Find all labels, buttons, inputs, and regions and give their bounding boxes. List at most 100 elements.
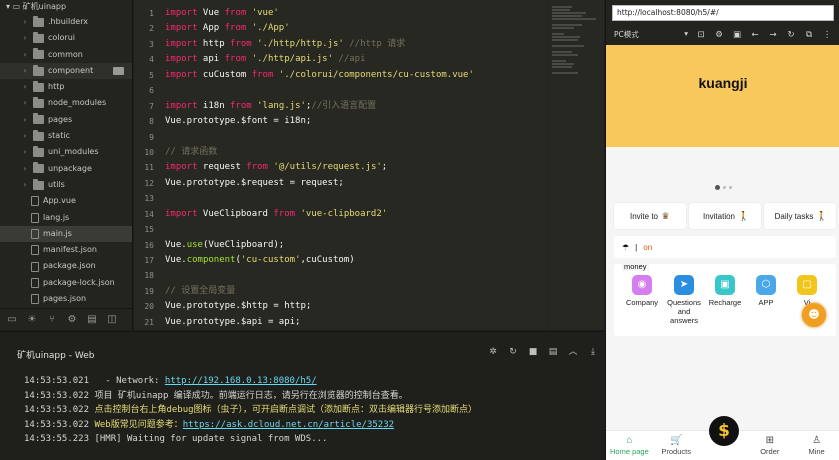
money-label: money [622,262,649,271]
code-area[interactable]: import Vue from 'vue' import App from '.… [165,6,544,330]
settings-icon[interactable]: ⚙ [714,30,724,40]
grid-item-icon: ◉ [632,275,652,295]
tree-item-package-lock-json[interactable]: package-lock.json [0,275,132,291]
screenshot-icon[interactable]: ▣ [732,30,742,40]
line-number[interactable]: 10 [134,145,158,160]
tab-products[interactable]: 🛒 Products [653,431,700,460]
grid-item[interactable]: ⬡ APP [746,275,786,307]
grid-item[interactable]: ▣ Recharge [705,275,745,307]
center-dollar-button[interactable]: $ [709,416,739,446]
line-number-gutter[interactable]: 1234567891011121314151617181920212223 [134,0,158,330]
bug-icon[interactable]: ☀ [26,314,38,326]
tree-item-main-js[interactable]: main.js [0,225,132,243]
settings-icon[interactable]: ⚙ [66,314,78,326]
folder-icon [33,31,44,43]
console-title[interactable]: 矿机uinapp - Web [17,348,94,361]
line-number[interactable]: 5 [134,68,158,83]
tree-item-unpackage[interactable]: › unpackage [0,161,132,177]
popout-icon[interactable]: ⧉ [804,30,814,40]
tree-item-colorui[interactable]: › colorui [0,30,132,46]
open-folder-icon[interactable] [113,66,124,75]
minimap[interactable] [548,0,604,330]
tree-item-hbuilderx[interactable]: › .hbuilderx [0,14,132,30]
clear-icon[interactable]: ▤ [548,347,558,357]
tab-home-page[interactable]: ⌂ Home page [606,431,653,460]
line-number[interactable]: 15 [134,222,158,237]
folder-icon[interactable]: ▭ [6,314,18,326]
more-icon[interactable]: ⋮ [822,30,832,40]
stop-icon[interactable]: ■ [528,347,538,357]
project-root[interactable]: ▾ ▭ 矿机uinapp [0,0,132,14]
line-number[interactable]: 8 [134,114,158,129]
git-icon[interactable]: ⑂ [46,314,58,326]
line-number[interactable]: 11 [134,160,158,175]
restart-icon[interactable]: ↻ [508,347,518,357]
timestamp: 14:53:53.022 [24,405,90,415]
console-link[interactable]: http://192.168.0.13:8080/h5/ [165,376,317,386]
line-number[interactable]: 7 [134,99,158,114]
tree-item-app-vue[interactable]: App.vue [0,193,132,209]
file-icon [31,261,39,272]
grid-item[interactable]: ◉ Company [622,275,662,307]
tree-item-static[interactable]: › static [0,128,132,144]
line-number[interactable]: 16 [134,238,158,253]
layout-icon[interactable]: ▤ [86,314,98,326]
tree-item-pages[interactable]: › pages [0,112,132,128]
tree-item-pages-json[interactable]: pages.json [0,291,132,307]
tab-mine[interactable]: ♙ Mine [793,431,839,460]
tree-item-common[interactable]: › common [0,47,132,63]
console-line: 14:53:53.021 - Network: http://192.168.0… [0,374,604,389]
banner[interactable]: kuangji [606,45,839,147]
carousel-indicator[interactable] [715,185,732,190]
daily-tasks-button[interactable]: Daily tasks 🚶 [764,203,836,229]
carousel-dot[interactable] [715,185,720,190]
plugin-icon[interactable]: ◫ [106,314,118,326]
mode-select[interactable]: PC模式 ▾ [614,29,688,40]
forward-icon[interactable]: → [768,30,778,40]
tree-item-http[interactable]: › http [0,79,132,95]
line-number[interactable]: 19 [134,284,158,299]
invitation-button[interactable]: Invitation 🚶 [689,203,761,229]
tree-item-uni-modules[interactable]: › uni_modules [0,144,132,160]
console-link[interactable]: https://ask.dcloud.net.cn/article/35232 [183,420,394,430]
tab-order[interactable]: ⊞ Order [746,431,793,460]
floating-coin-button[interactable]: ☻ [802,303,826,327]
devices-icon[interactable]: ⊡ [696,30,706,40]
grid-item[interactable]: ▢ Vi [787,275,827,307]
tree-item-lang-js[interactable]: lang.js [0,210,132,226]
tree-item-utils[interactable]: › utils [0,177,132,193]
code-line: import request from '@/utils/request.js'… [165,162,388,173]
bug-icon[interactable]: ✲ [488,347,498,357]
tree-item-manifest-json[interactable]: manifest.json [0,242,132,258]
console-warning: Web版常见问题参考： [94,419,183,430]
collapse-icon[interactable]: ⤓ [588,347,598,357]
carousel-dot[interactable] [723,186,726,189]
tree-item-node-modules[interactable]: › node_modules [0,95,132,111]
back-icon[interactable]: ← [750,30,760,40]
line-number[interactable]: 1 [134,6,158,21]
tree-item-component[interactable]: › component [0,62,132,80]
line-number[interactable]: 6 [134,83,158,98]
megaphone-icon: ☂ [622,242,630,252]
tree-item-package-json[interactable]: package.json [0,258,132,274]
url-input[interactable]: http://localhost:8080/h5/#/ [612,5,834,21]
carousel-dot[interactable] [729,186,732,189]
chevron-up-icon[interactable]: ︿ [568,347,578,357]
refresh-icon[interactable]: ↻ [786,30,796,40]
line-number[interactable]: 9 [134,130,158,145]
line-number[interactable]: 3 [134,37,158,52]
notice-bar[interactable]: ☂ | on [614,236,836,258]
line-number[interactable]: 2 [134,21,158,36]
line-number[interactable]: 18 [134,268,158,283]
line-number[interactable]: 4 [134,52,158,67]
line-number[interactable]: 14 [134,207,158,222]
grid-item[interactable]: ➤ Questions and answers [664,275,704,325]
line-number[interactable]: 21 [134,315,158,330]
line-number[interactable]: 12 [134,176,158,191]
line-number[interactable]: 13 [134,191,158,206]
invite-button[interactable]: Invite to ♛ [614,203,686,229]
line-number[interactable]: 20 [134,299,158,314]
line-number[interactable]: 17 [134,253,158,268]
minimap-line [552,45,584,47]
code-editor[interactable]: 1234567891011121314151617181920212223 im… [134,0,604,330]
